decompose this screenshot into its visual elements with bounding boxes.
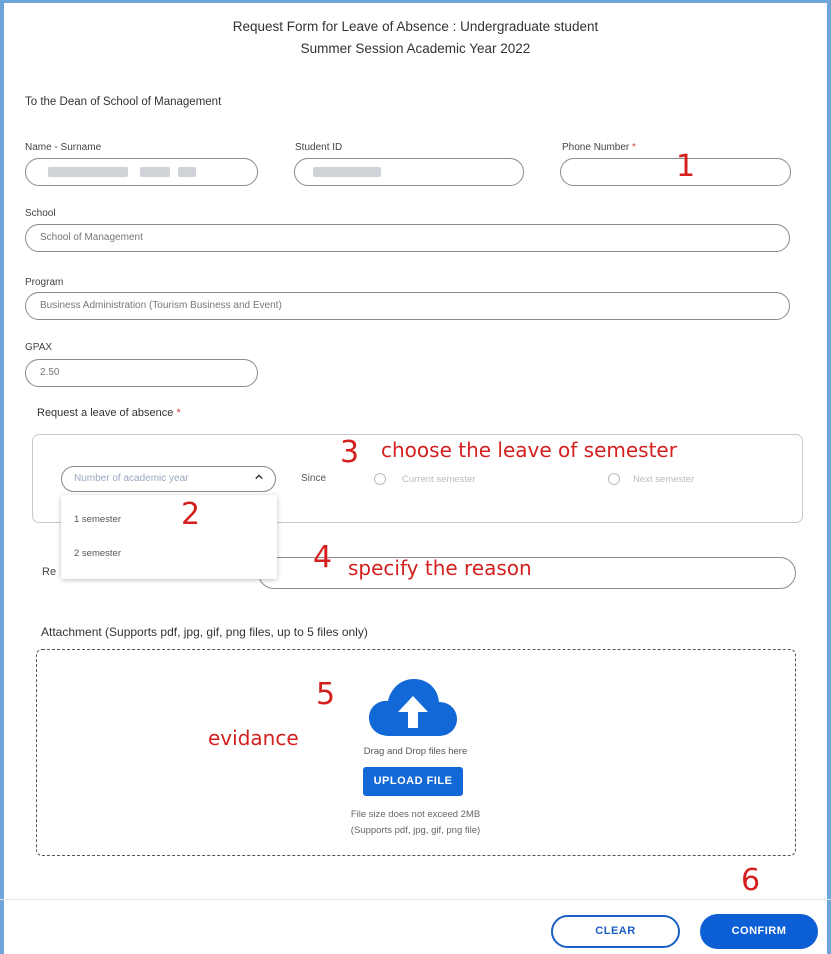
annotation-number-1: 1 <box>676 149 696 184</box>
gpax-field: 2.50 <box>25 359 258 387</box>
clear-button[interactable]: CLEAR <box>551 915 680 948</box>
annotation-number-3: 3 <box>340 435 360 470</box>
school-field: School of Management <box>25 224 790 252</box>
academic-year-select[interactable]: Number of academic year <box>61 466 276 492</box>
annotation-text-3: choose the leave of semester <box>381 438 677 462</box>
request-label: Request a leave of absence * <box>37 407 181 419</box>
file-types-note: (Supports pdf, jpg, gif, png file) <box>350 825 481 836</box>
radio-current-semester[interactable] <box>374 473 386 485</box>
form-subtitle: Summer Session Academic Year 2022 <box>300 41 531 56</box>
upload-file-button[interactable]: UPLOAD FILE <box>363 767 463 796</box>
academic-year-dropdown: 1 semester 2 semester <box>61 495 277 579</box>
radio-next-semester[interactable] <box>608 473 620 485</box>
student-id-field[interactable] <box>294 158 524 186</box>
academic-year-placeholder: Number of academic year <box>74 473 189 484</box>
redacted-student-id <box>313 167 381 177</box>
annotation-number-6: 6 <box>741 863 761 898</box>
leave-request-form: Request Form for Leave of Absence : Unde… <box>0 0 831 954</box>
chevron-up-icon <box>255 474 263 480</box>
footer-divider <box>0 899 831 900</box>
name-field[interactable] <box>25 158 258 186</box>
form-title: Request Form for Leave of Absence : Unde… <box>232 19 599 34</box>
annotation-text-4: specify the reason <box>348 556 532 580</box>
name-label: Name - Surname <box>25 142 102 153</box>
addressee: To the Dean of School of Management <box>25 96 222 108</box>
school-label: School <box>25 208 56 219</box>
since-label: Since <box>301 473 327 484</box>
program-field: Business Administration (Tourism Busines… <box>25 292 790 320</box>
radio-current-label: Current semester <box>402 474 476 485</box>
annotation-number-5: 5 <box>316 677 336 712</box>
required-mark: * <box>632 142 636 153</box>
required-mark: * <box>176 407 181 419</box>
redacted-name <box>178 167 196 177</box>
annotation-text-5: evidance <box>208 726 299 750</box>
file-size-note: File size does not exceed 2MB <box>350 809 481 820</box>
phone-label: Phone Number * <box>562 142 636 153</box>
phone-label-text: Phone Number <box>562 142 630 153</box>
redacted-name <box>48 167 128 177</box>
cloud-upload-icon <box>369 679 457 736</box>
dropdown-option-2-semester[interactable]: 2 semester <box>74 548 121 559</box>
frame-top-border <box>0 0 831 3</box>
request-label-text: Request a leave of absence <box>37 407 174 419</box>
drag-drop-text: Drag and Drop files here <box>363 746 468 757</box>
program-label: Program <box>25 277 64 288</box>
annotation-number-4: 4 <box>313 540 333 575</box>
reason-label: Re <box>42 566 57 578</box>
confirm-button[interactable]: CONFIRM <box>700 914 818 949</box>
radio-next-label: Next semester <box>633 474 695 485</box>
annotation-number-2: 2 <box>181 497 201 532</box>
student-id-label: Student ID <box>295 142 343 153</box>
gpax-label: GPAX <box>25 342 53 353</box>
redacted-name <box>140 167 170 177</box>
dropdown-option-1-semester[interactable]: 1 semester <box>74 514 121 525</box>
attachment-label: Attachment (Supports pdf, jpg, gif, png … <box>41 625 368 639</box>
